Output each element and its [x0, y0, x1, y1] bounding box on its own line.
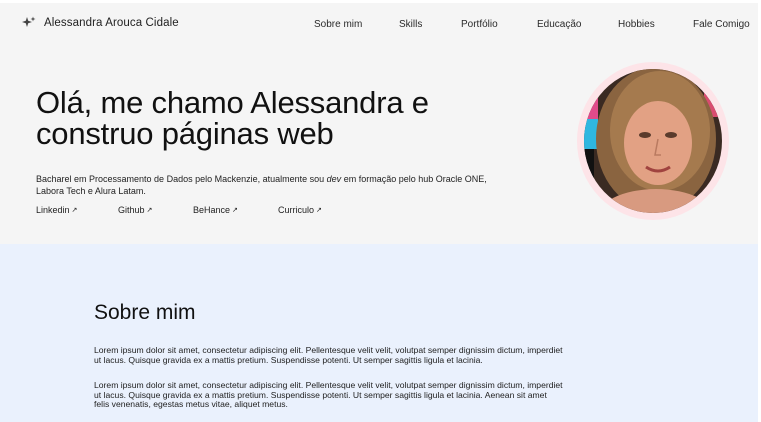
page: Alessandra Arouca Cidale Sobre mim Skill… — [0, 0, 761, 422]
hero-section: Olá, me chamo Alessandra e construo pági… — [0, 43, 758, 244]
hero-description-start: Bacharel em Processamento de Dados pelo … — [36, 174, 327, 184]
arrow-up-right-icon: ↗ — [316, 207, 322, 214]
arrow-up-right-icon: ↗ — [71, 207, 78, 214]
site-header: Alessandra Arouca Cidale Sobre mim Skill… — [0, 3, 758, 43]
avatar — [584, 69, 722, 213]
about-paragraph-2: Lorem ipsum dolor sit amet, consectetur … — [94, 380, 563, 409]
arrow-up-right-icon: ↗ — [232, 207, 238, 214]
nav-link-fale-comigo[interactable]: Fale Comigo — [693, 19, 750, 30]
hero-description-dev: dev — [326, 174, 342, 184]
behance-link-label: BeHance — [193, 205, 231, 215]
behance-link[interactable]: BeHance ↗ — [193, 205, 238, 215]
curriculo-link-label: Curriculo — [278, 205, 315, 215]
nav-link-portfolio[interactable]: Portfólio — [461, 19, 498, 30]
brand-name: Alessandra Arouca Cidale — [44, 17, 179, 29]
linkedin-link[interactable]: Linkedin ↗ — [36, 205, 77, 215]
profile-photo-illustration — [584, 69, 722, 213]
nav-link-educacao[interactable]: Educação — [537, 19, 581, 30]
nav-link-skills[interactable]: Skills — [399, 19, 422, 30]
sparkles-icon — [22, 16, 36, 30]
nav-link-hobbies[interactable]: Hobbies — [618, 19, 655, 30]
about-paragraph-1: Lorem ipsum dolor sit amet, consectetur … — [94, 345, 563, 365]
hero-title: Olá, me chamo Alessandra e construo pági… — [36, 87, 536, 149]
arrow-up-right-icon: ↗ — [146, 207, 153, 214]
about-title: Sobre mim — [94, 301, 196, 324]
curriculo-link[interactable]: Curriculo ↗ — [278, 205, 322, 215]
nav-link-sobre-mim[interactable]: Sobre mim — [314, 19, 362, 30]
hero-description: Bacharel em Processamento de Dados pelo … — [36, 174, 516, 197]
github-link[interactable]: Github ↗ — [118, 205, 152, 215]
hero-title-line-2: construo páginas web — [36, 116, 334, 151]
brand[interactable]: Alessandra Arouca Cidale — [22, 15, 179, 31]
about-section: Sobre mim Lorem ipsum dolor sit amet, co… — [0, 244, 758, 422]
github-link-label: Github — [118, 205, 145, 215]
linkedin-link-label: Linkedin — [36, 205, 70, 215]
hero-title-line-1: Olá, me chamo Alessandra e — [36, 85, 429, 120]
